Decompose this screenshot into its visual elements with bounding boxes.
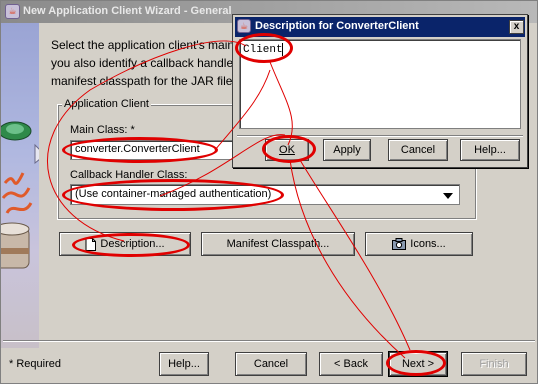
icons-button[interactable]: Icons... — [365, 232, 473, 256]
help-button-label: Help... — [168, 358, 200, 370]
back-button-label: < Back — [334, 358, 368, 370]
ok-button-label: OK — [279, 144, 295, 156]
finish-button-label: Finish — [479, 358, 509, 370]
main-class-value: converter.ConverterClient — [75, 143, 200, 155]
callback-handler-label: Callback Handler Class: — [70, 169, 188, 181]
java-app-icon: ☕ — [5, 4, 20, 19]
dialog-titlebar[interactable]: ☕ Description for ConverterClient x — [235, 17, 525, 37]
description-dialog: ☕ Description for ConverterClient x Clie… — [232, 14, 528, 168]
wizard-title: New Application Client Wizard - General — [23, 5, 232, 17]
next-button[interactable]: Next > — [389, 352, 447, 376]
apply-button-label: Apply — [333, 144, 361, 156]
group-legend: Application Client — [62, 98, 151, 110]
cancel-button-label: Cancel — [253, 358, 289, 370]
dialog-help-label: Help... — [474, 144, 506, 156]
finish-button[interactable]: Finish — [461, 352, 527, 376]
ok-button[interactable]: OK — [265, 139, 309, 161]
camera-icon — [392, 238, 407, 250]
dialog-help-button[interactable]: Help... — [460, 139, 520, 161]
back-button[interactable]: < Back — [319, 352, 383, 376]
help-button[interactable]: Help... — [159, 352, 209, 376]
dialog-title: Description for ConverterClient — [255, 20, 419, 32]
next-button-label: Next > — [401, 358, 435, 370]
text-caret — [282, 43, 283, 56]
dialog-separator — [237, 135, 523, 137]
manifest-classpath-label: Manifest Classpath... — [226, 238, 330, 250]
document-icon — [85, 237, 97, 251]
required-note: * Required — [9, 358, 61, 370]
callback-handler-select[interactable]: (Use container-managed authentication) — [70, 184, 460, 205]
apply-button[interactable]: Apply — [323, 139, 371, 161]
java-app-icon: ☕ — [237, 19, 251, 33]
description-value: Client — [243, 44, 283, 56]
cancel-button[interactable]: Cancel — [235, 352, 307, 376]
triangle-down-icon[interactable] — [443, 193, 453, 199]
intro-line-2: you also identify a callback handler — [51, 56, 238, 70]
bottom-separator — [3, 340, 535, 342]
callback-handler-value: (Use container-managed authentication) — [75, 188, 272, 200]
dialog-cancel-label: Cancel — [400, 144, 436, 156]
intro-line-1: Select the application client's main — [51, 38, 235, 52]
main-class-label: Main Class: * — [70, 124, 135, 136]
description-button[interactable]: Description... — [59, 232, 191, 256]
intro-line-3: manifest classpath for the JAR file — [51, 74, 233, 88]
wizard-side-illustration — [1, 23, 39, 348]
close-icon[interactable]: x — [509, 20, 524, 34]
manifest-classpath-button[interactable]: Manifest Classpath... — [201, 232, 355, 256]
wizard-graphic-icon — [1, 121, 39, 269]
icons-button-label: Icons... — [410, 238, 446, 250]
dialog-cancel-button[interactable]: Cancel — [388, 139, 448, 161]
description-textarea[interactable]: Client — [239, 39, 521, 129]
description-button-label: Description... — [100, 238, 165, 250]
